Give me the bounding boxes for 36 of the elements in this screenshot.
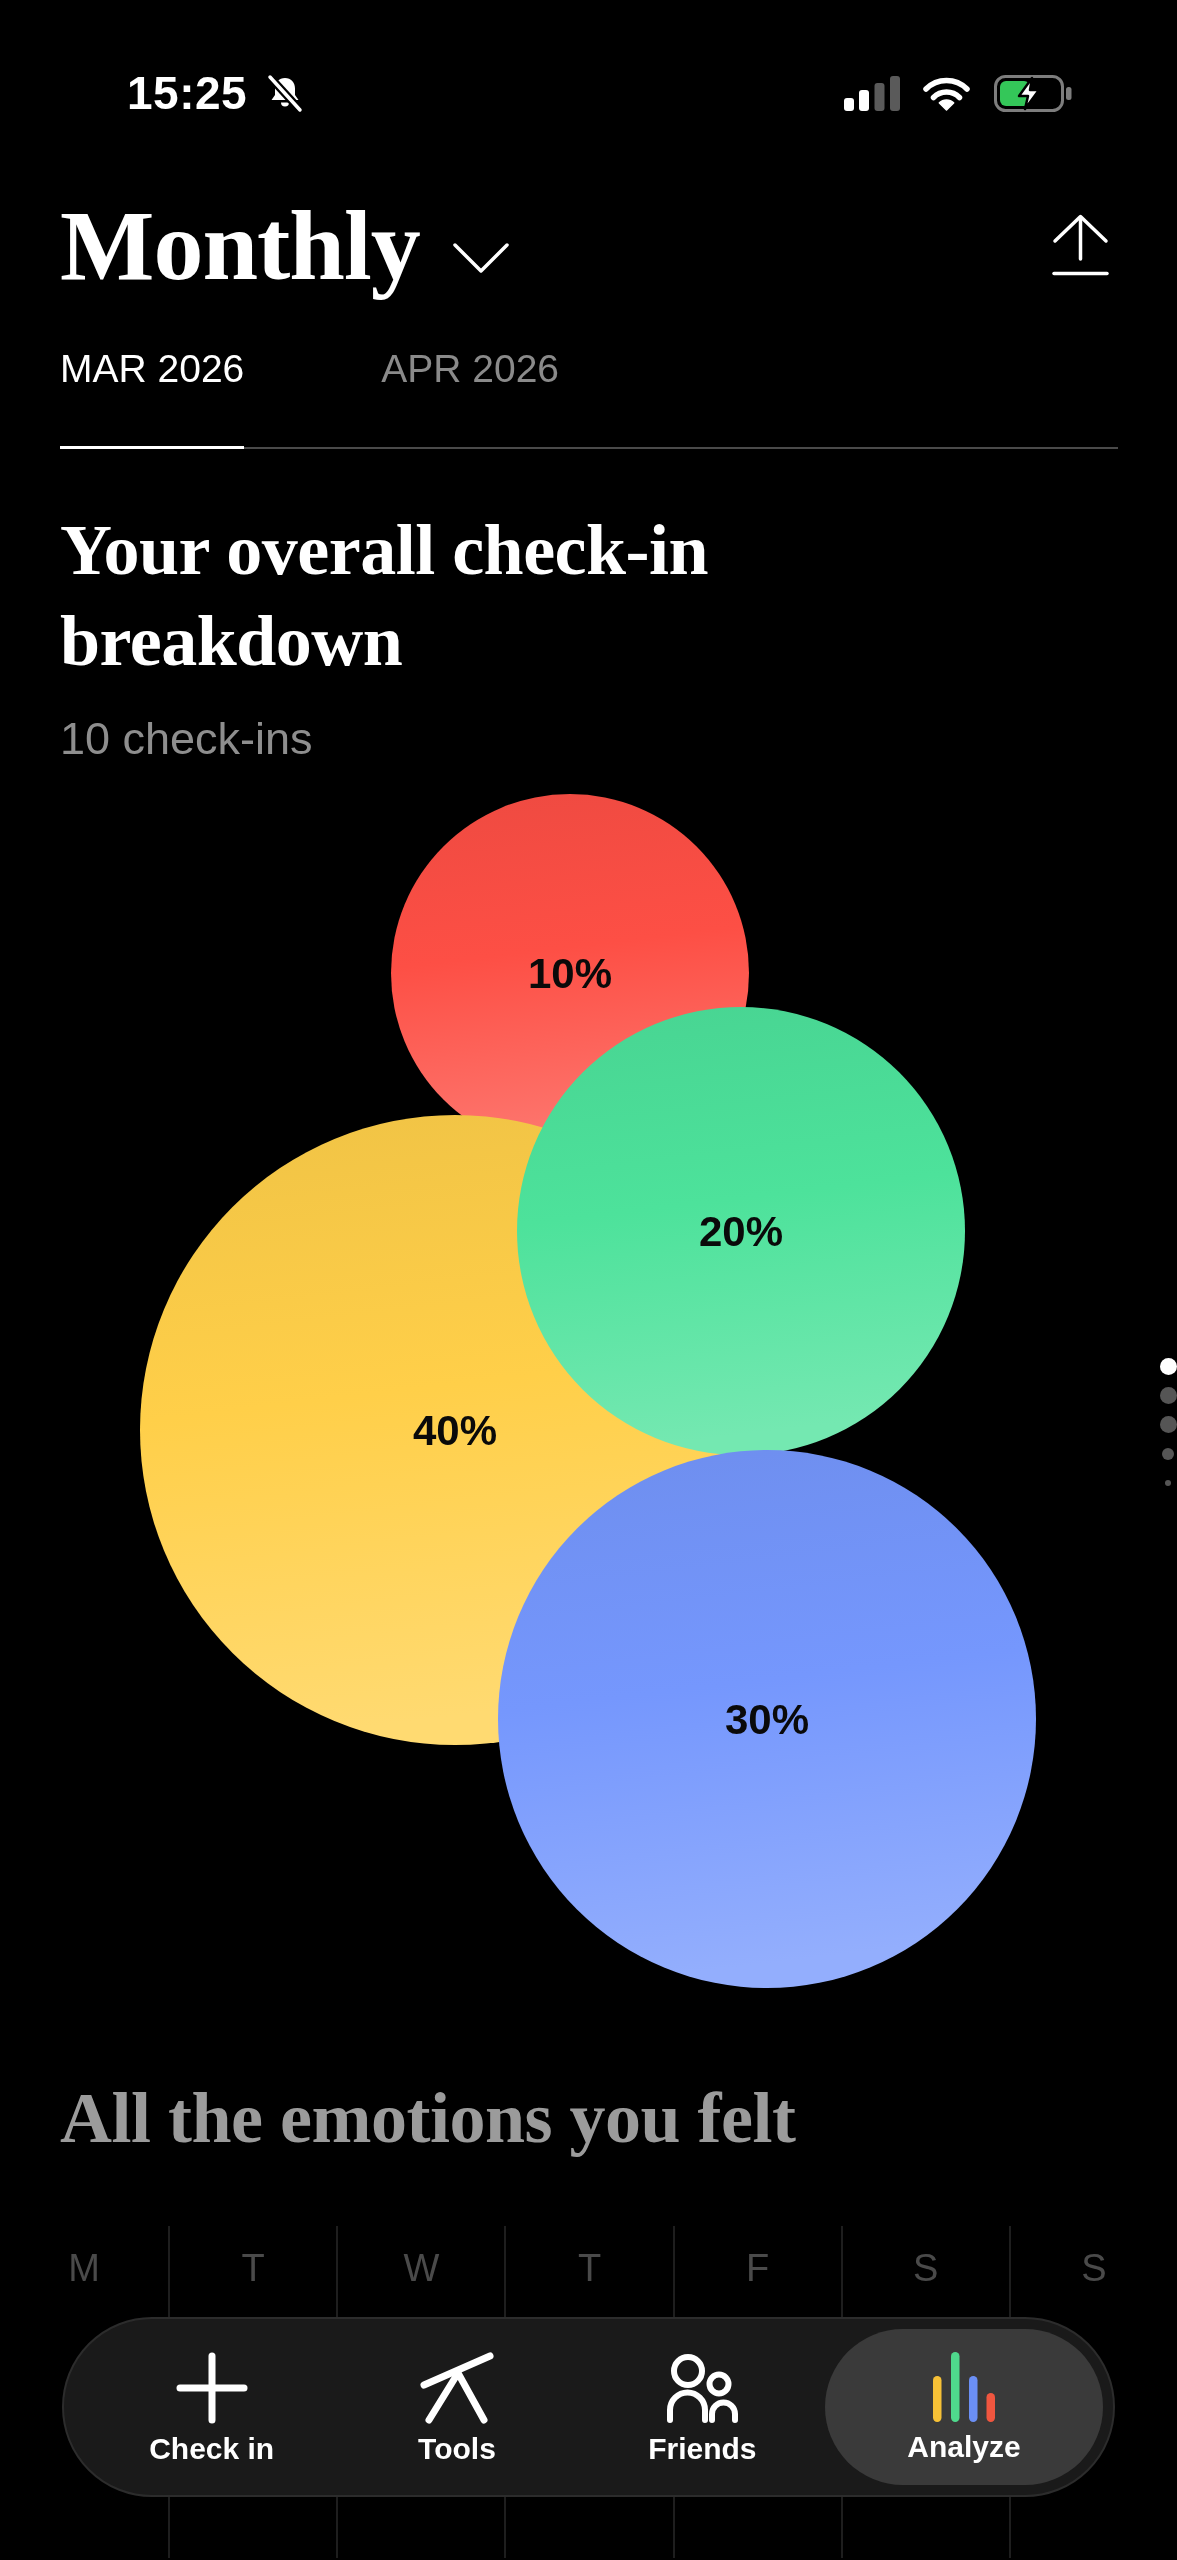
weekday-label: M [68, 2249, 100, 2287]
period-tab[interactable]: APR 2026 [381, 349, 560, 449]
weekday-label: W [403, 2249, 440, 2287]
page-dot[interactable] [1165, 1479, 1171, 1486]
percentage-label: 20% [698, 1208, 784, 1255]
check-in-count: 10 check-ins [60, 714, 313, 764]
signal-icon [844, 75, 900, 111]
weekday-label: T [241, 2249, 265, 2287]
percentage-label: 40% [412, 1407, 498, 1454]
tab-bar-item[interactable]: Tools [334, 2329, 580, 2485]
battery-icon [994, 74, 1072, 112]
chevron-down-icon [451, 242, 510, 274]
wifi-icon [922, 75, 971, 111]
section-title: Your overall check-in breakdown [60, 509, 710, 683]
people-icon [666, 2352, 739, 2424]
weekday-label: F [746, 2249, 770, 2287]
weekday-label: S [913, 2249, 939, 2287]
weekday-label: T [577, 2249, 602, 2287]
percentage-label: 10% [527, 950, 613, 997]
tab-bar-item[interactable]: Check in [89, 2329, 335, 2485]
period-tab[interactable]: MAR 2026 [60, 349, 245, 449]
page-dot[interactable] [1159, 1416, 1177, 1433]
weekday-label: S [1081, 2249, 1107, 2287]
plus-icon [175, 2352, 248, 2424]
page-dot[interactable] [1159, 1358, 1177, 1375]
section-title: All the emotions you felt [60, 2077, 796, 2160]
tab-bar-item[interactable]: Analyze [825, 2329, 1103, 2485]
period-dropdown[interactable]: Monthly [60, 191, 510, 301]
telescope-icon [420, 2352, 494, 2424]
percentage-label: 30% [724, 1696, 810, 1743]
page-dot[interactable] [1162, 1447, 1174, 1460]
page-dot[interactable] [1159, 1387, 1177, 1404]
status-time: 15:25 [127, 70, 248, 116]
tab-bar-item[interactable]: Friends [579, 2329, 825, 2485]
bar-chart-icon [933, 2352, 995, 2422]
share-icon[interactable] [1052, 214, 1109, 276]
